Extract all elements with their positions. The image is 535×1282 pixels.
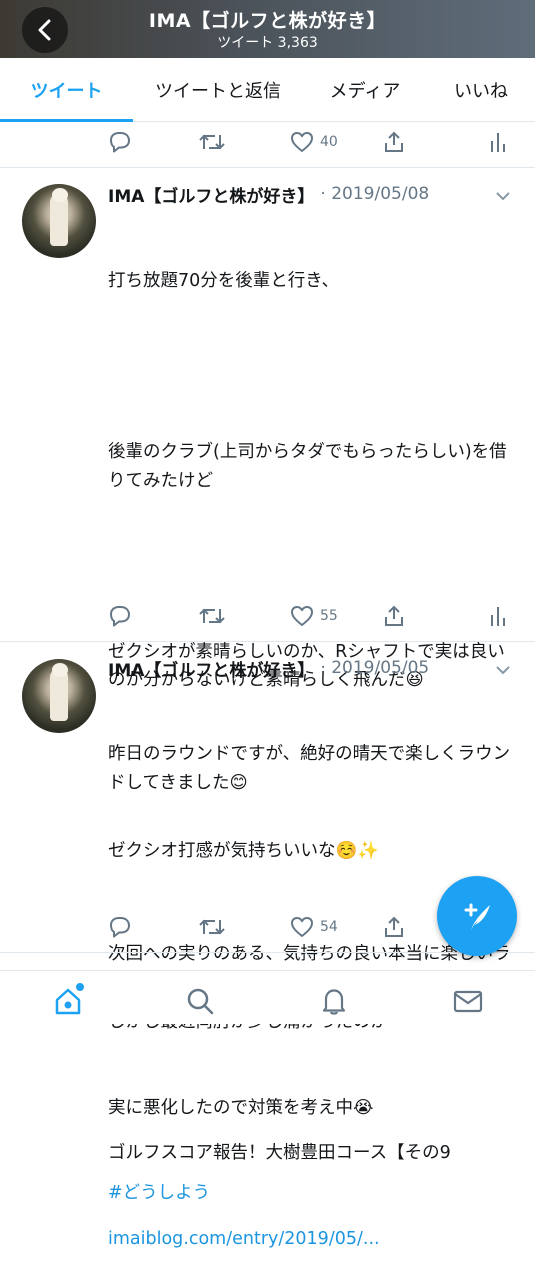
retweet-icon	[199, 134, 225, 150]
tweet-author-name[interactable]: IMA【ゴルフと株が好き】	[108, 182, 314, 207]
mail-icon	[453, 990, 483, 1013]
reply-icon	[110, 917, 130, 938]
like-count: 54	[320, 919, 338, 935]
like-count: 55	[320, 608, 338, 624]
tweet-author-name[interactable]: IMA【ゴルフと株が好き】	[108, 656, 314, 681]
retweet-icon	[199, 608, 225, 624]
tab-media[interactable]: メディア	[303, 58, 427, 122]
tweet-line: 後輩のクラブ(上司からタダでもらったらしい)を借りてみたけど	[108, 442, 507, 491]
retweet-button[interactable]	[198, 127, 226, 157]
tweet-actions: 40	[108, 127, 518, 157]
compose-tweet-button[interactable]	[437, 876, 517, 956]
like-button[interactable]: 54	[290, 912, 338, 942]
like-button[interactable]: 40	[290, 127, 338, 157]
share-button[interactable]	[382, 127, 406, 157]
share-icon	[385, 916, 403, 937]
chevron-down-icon[interactable]	[493, 186, 513, 206]
divider	[0, 952, 535, 953]
heart-icon	[291, 917, 313, 937]
retweet-button[interactable]	[198, 912, 226, 942]
tweet-date[interactable]: · 2019/05/05	[320, 658, 429, 678]
share-button[interactable]	[382, 912, 406, 942]
tweet-line: ゴルフスコア報告！大樹豊田コース【その9	[108, 1143, 451, 1163]
tweet-line: ​	[108, 552, 518, 581]
heart-icon	[291, 606, 313, 626]
tweet-line: ​	[108, 1054, 518, 1083]
tweet-count: ツイート 3,363	[217, 35, 318, 51]
tweet-date[interactable]: · 2019/05/08	[320, 184, 429, 204]
retweet-icon	[199, 919, 225, 935]
tweet-line: ​	[108, 854, 518, 883]
share-icon	[385, 131, 403, 152]
nav-home[interactable]	[48, 981, 88, 1021]
share-button[interactable]	[382, 601, 406, 631]
divider	[0, 641, 535, 642]
heart-icon	[291, 132, 313, 152]
analytics-button[interactable]	[488, 127, 508, 157]
reply-button[interactable]	[108, 601, 132, 631]
analytics-icon	[491, 607, 505, 626]
tab-tweets-and-replies[interactable]: ツイートと返信	[133, 58, 303, 122]
avatar[interactable]	[22, 659, 96, 733]
tab-tweets[interactable]: ツイート	[0, 58, 133, 122]
retweet-button[interactable]	[198, 601, 226, 631]
reply-icon	[110, 132, 130, 153]
analytics-button[interactable]	[488, 601, 508, 631]
tweet-line: ​	[108, 353, 518, 382]
share-icon	[385, 605, 403, 626]
reply-button[interactable]	[108, 127, 132, 157]
bottom-navigation	[0, 970, 535, 1024]
tweet-header: IMA【ゴルフと株が好き】 · 2019/05/08	[108, 180, 429, 208]
nav-messages[interactable]	[448, 981, 488, 1021]
tab-likes[interactable]: いいね	[427, 58, 535, 122]
tweet-line: 昨日のラウンドですが、絶好の晴天で楽しくラウンドしてきました😊	[108, 744, 511, 793]
avatar[interactable]	[22, 184, 96, 258]
tweet-link[interactable]: imaiblog.com/entry/2019/05/...	[108, 1225, 518, 1254]
tweet-line: 打ち放題70分を後輩と行き、	[108, 271, 340, 291]
chevron-down-icon[interactable]	[493, 660, 513, 680]
active-tab-indicator	[0, 119, 133, 122]
nav-search[interactable]	[180, 981, 220, 1021]
new-content-dot	[76, 983, 84, 991]
divider	[0, 167, 535, 168]
reply-button[interactable]	[108, 912, 132, 942]
tweet-actions: 55	[108, 601, 518, 631]
search-icon	[187, 988, 214, 1015]
compose-tweet-icon	[464, 903, 490, 930]
profile-header: IMA【ゴルフと株が好き】 ツイート 3,363	[0, 0, 535, 58]
profile-name-title: IMA【ゴルフと株が好き】	[148, 10, 387, 32]
analytics-icon	[491, 133, 505, 152]
reply-icon	[110, 606, 130, 627]
like-count: 40	[320, 134, 338, 150]
bell-icon	[322, 989, 346, 1015]
like-button[interactable]: 55	[290, 601, 338, 631]
tweet-header: IMA【ゴルフと株が好き】 · 2019/05/05	[108, 654, 429, 682]
nav-notifications[interactable]	[314, 981, 354, 1021]
profile-tabs: ツイート ツイートと返信 メディア いいね	[0, 58, 535, 122]
